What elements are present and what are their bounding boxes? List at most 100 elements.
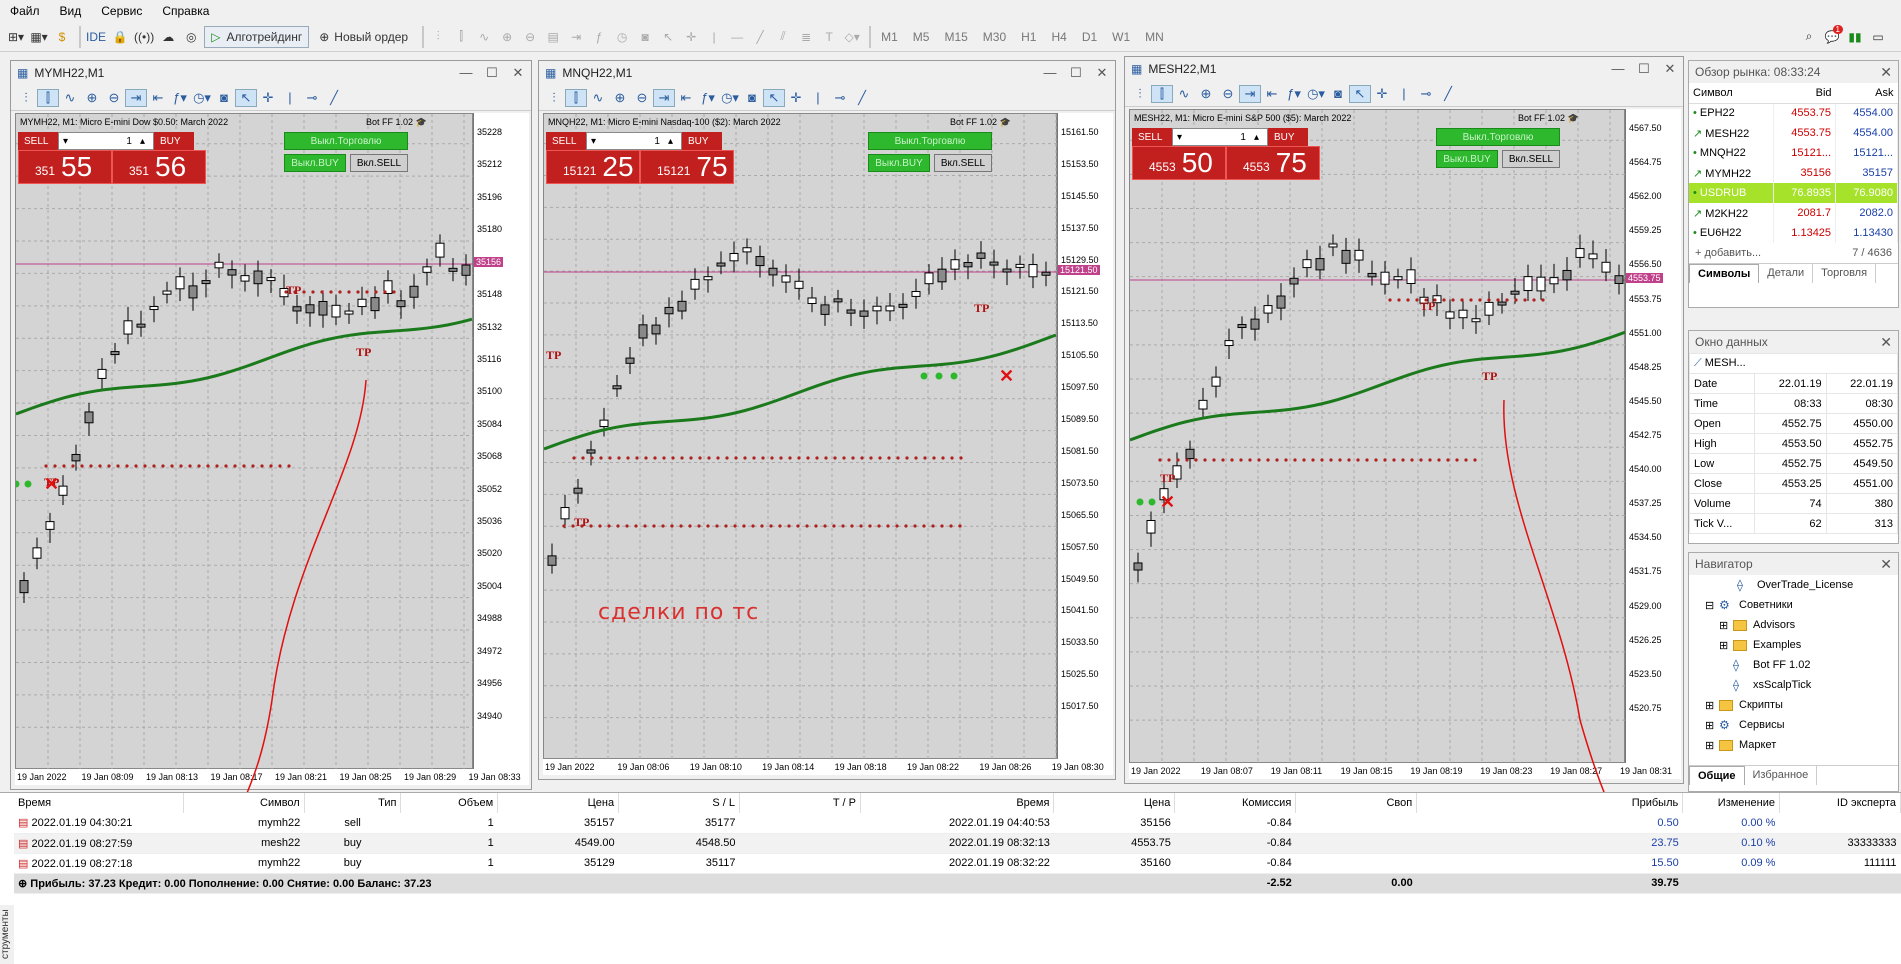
tab-details[interactable]: Детали — [1759, 264, 1814, 283]
period-icon[interactable]: ◷▾ — [191, 90, 213, 106]
sell-button[interactable]: SELL — [546, 132, 586, 150]
chevron-up-icon[interactable]: ▴ — [668, 136, 673, 147]
col-header[interactable]: Комиссия — [1174, 793, 1297, 813]
close-icon[interactable]: ✕ — [1880, 556, 1892, 573]
chart-area[interactable]: TP TP TP ✕ MESH22, M1: Micro E-mini S&P 500 … — [1129, 109, 1626, 764]
period-icon[interactable]: ◷ — [612, 26, 632, 48]
trade-row[interactable]: ▤ 2022.01.19 04:30:21 mymh22 sell 1 35157 351… — [14, 813, 1901, 834]
toggle-trading-button[interactable]: Выкл.Торговлю — [284, 132, 408, 150]
trendline-icon[interactable]: ╱ — [323, 90, 345, 106]
autoscroll-icon[interactable]: ⇥ — [1239, 84, 1261, 103]
col-bid[interactable]: Bid — [1773, 83, 1836, 104]
buy-button[interactable]: BUY — [1268, 128, 1308, 146]
tf-w1[interactable]: W1 — [1106, 26, 1136, 48]
screenshot-icon[interactable]: ◙ — [741, 90, 763, 105]
hline-icon[interactable]: — — [727, 26, 747, 48]
algo-trading-button[interactable]: ▷ Алготрейдинг — [204, 25, 310, 48]
deposit-icon[interactable]: $ — [52, 26, 72, 48]
crosshair-icon[interactable]: ✛ — [1371, 86, 1393, 102]
col-header[interactable]: ID эксперта — [1779, 793, 1901, 813]
lot-size-input[interactable]: ▾ 1 ▴ — [58, 132, 154, 150]
zoom-in-icon[interactable]: ⊕ — [609, 90, 631, 106]
shift-icon[interactable]: ⇤ — [675, 90, 697, 106]
toggle-sell-button[interactable]: Вкл.SELL — [350, 154, 408, 172]
lock-icon[interactable]: 🔒 — [110, 26, 130, 48]
shift-icon[interactable]: ⇤ — [1261, 86, 1283, 102]
ide-button[interactable]: IDE — [85, 26, 107, 48]
autoscroll-icon[interactable]: ⇥ — [653, 88, 675, 107]
buy-price[interactable]: 351 56 — [112, 150, 206, 184]
toggle-buy-button[interactable]: Выкл.BUY — [868, 154, 930, 172]
bar-chart-icon[interactable]: ⫶ — [543, 90, 565, 106]
hline-icon[interactable]: ⊸ — [1415, 86, 1437, 102]
toggle-buy-button[interactable]: Выкл.BUY — [1436, 150, 1498, 168]
indicators-icon[interactable]: ƒ — [589, 26, 609, 48]
minimize-icon[interactable]: — — [1605, 61, 1631, 77]
indicators-icon[interactable]: ƒ▾ — [1283, 86, 1305, 102]
col-header[interactable]: Своп — [1295, 793, 1418, 813]
lot-size-input[interactable]: ▾ 1 ▴ — [586, 132, 682, 150]
menu-file[interactable]: Файл — [0, 4, 50, 18]
crosshair-icon[interactable]: ✛ — [257, 90, 279, 106]
zoom-out-icon[interactable]: ⊖ — [103, 90, 125, 106]
nav-item-services[interactable]: ⊞ ⚙ Сервисы — [1697, 715, 1898, 735]
toggle-trading-button[interactable]: Выкл.Торговлю — [1436, 128, 1560, 146]
trendline-icon[interactable]: ╱ — [851, 90, 873, 106]
toggle-buy-button[interactable]: Выкл.BUY — [284, 154, 346, 172]
crosshair-icon[interactable]: ✛ — [785, 90, 807, 106]
lot-size-input[interactable]: ▾ 1 ▴ — [1172, 128, 1268, 146]
sell-price[interactable]: 15121 25 — [546, 150, 640, 184]
channel-icon[interactable]: ⫽ — [773, 26, 793, 48]
chart-area[interactable]: TP TP TP ✕ MYMH22, M1: Micro E-mini Dow $0.5… — [15, 113, 474, 770]
vline-icon[interactable]: | — [807, 90, 829, 105]
close-icon[interactable]: ✕ — [1880, 64, 1892, 81]
col-header[interactable]: Изменение — [1682, 793, 1780, 813]
chart-area[interactable]: TP TP TP ✕ MNQH22, M1: Micro E-mini Nasdaq-1… — [543, 113, 1058, 760]
shapes-icon[interactable]: ◇▾ — [842, 26, 862, 48]
vline-icon[interactable]: | — [1393, 86, 1415, 101]
candle-icon[interactable]: ⫿ — [37, 88, 59, 107]
col-header[interactable]: Цена — [497, 793, 620, 813]
maximize-icon[interactable]: ☐ — [479, 65, 505, 81]
sell-button[interactable]: SELL — [1132, 128, 1172, 146]
col-ask[interactable]: Ask — [1835, 83, 1898, 104]
search-icon[interactable]: ⌕ — [1799, 26, 1819, 48]
trade-row[interactable]: ▤ 2022.01.19 08:27:59 mesh22 buy 1 4549.00 45… — [14, 833, 1901, 854]
trendline-icon[interactable]: ╱ — [750, 26, 770, 48]
chevron-down-icon[interactable]: ▾ — [59, 136, 68, 147]
tf-mn[interactable]: MN — [1139, 26, 1170, 48]
tf-h4[interactable]: H4 — [1045, 26, 1072, 48]
candle-icon[interactable]: ⫿ — [1151, 84, 1173, 103]
buy-button[interactable]: BUY — [682, 132, 722, 150]
buy-price[interactable]: 4553 75 — [1226, 146, 1320, 180]
chevron-down-icon[interactable]: ▾ — [587, 136, 596, 147]
nav-item-examples[interactable]: ⊞ Examples — [1697, 635, 1898, 655]
toggle-sell-button[interactable]: Вкл.SELL — [934, 154, 992, 172]
bar-chart-icon[interactable]: ⫶ — [15, 90, 37, 106]
market-watch-row[interactable]: ↗ M2KH22 2081.7 2082.0 — [1689, 203, 1898, 223]
zoom-in-icon[interactable]: ⊕ — [81, 90, 103, 106]
candle-icon[interactable]: ⫿ — [565, 88, 587, 107]
menu-help[interactable]: Справка — [152, 4, 219, 18]
templates-icon[interactable]: ▦▾ — [29, 26, 49, 48]
nav-item-overtrade[interactable]: ⟠ OverTrade_License — [1697, 575, 1898, 595]
close-icon[interactable]: ✕ — [1657, 61, 1683, 77]
zoom-out-icon[interactable]: ⊖ — [1217, 86, 1239, 102]
tab-trading[interactable]: Торговля — [1813, 264, 1877, 283]
col-header[interactable]: Время — [860, 793, 1055, 813]
tab-general[interactable]: Общие — [1689, 766, 1745, 785]
bar-chart-icon[interactable]: ⫶ — [1129, 86, 1151, 102]
zoom-in-icon[interactable]: ⊕ — [497, 26, 517, 48]
period-icon[interactable]: ◷▾ — [1305, 86, 1327, 102]
trade-row[interactable]: ▤ 2022.01.19 08:27:18 mymh22 buy 1 35129 3511… — [14, 853, 1901, 874]
new-order-button[interactable]: ⊕ Новый ордер — [312, 26, 415, 48]
col-symbol[interactable]: Символ — [1689, 83, 1774, 104]
close-icon[interactable]: ✕ — [1089, 65, 1115, 81]
cloud-icon[interactable]: ☁ — [158, 26, 178, 48]
toggle-sell-button[interactable]: Вкл.SELL — [1502, 150, 1560, 168]
nav-item-scripts[interactable]: ⊞ Скрипты — [1697, 695, 1898, 715]
tf-m30[interactable]: M30 — [977, 26, 1012, 48]
menu-view[interactable]: Вид — [50, 4, 92, 18]
indicators-icon[interactable]: ƒ▾ — [169, 90, 191, 106]
indicators-icon[interactable]: ƒ▾ — [697, 90, 719, 106]
